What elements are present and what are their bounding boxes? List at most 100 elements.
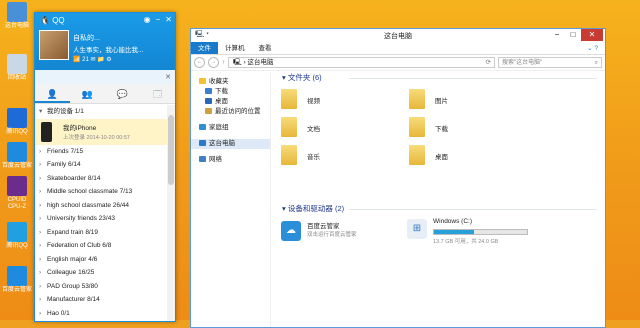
- chevron-right-icon: ›: [39, 201, 42, 209]
- folder-item[interactable]: 视频: [281, 88, 381, 110]
- group-item[interactable]: › Expand train 8/19: [35, 226, 167, 240]
- nickname: 自私的...: [73, 35, 100, 42]
- desktop-icon-cpuz[interactable]: CPUID CPU-Z: [2, 176, 32, 211]
- group-item[interactable]: › Skateboarder 8/14: [35, 172, 167, 186]
- nav-icon: [199, 156, 206, 163]
- group-item[interactable]: › Hao 0/1: [35, 307, 167, 321]
- chevron-right-icon: ›: [39, 188, 42, 195]
- maximize-button[interactable]: □: [565, 29, 581, 41]
- nav-item[interactable]: 下载: [191, 87, 270, 97]
- search-clear-icon[interactable]: ✕: [165, 73, 171, 81]
- tab-more[interactable]: 🗔: [140, 84, 175, 103]
- desktop-icon-qq[interactable]: 腾讯QQ: [2, 108, 32, 136]
- folder-item[interactable]: 桌面: [409, 144, 509, 166]
- drive-usage-bar: [433, 229, 528, 235]
- folder-item[interactable]: 图片: [409, 88, 509, 110]
- nav-icon: [199, 124, 206, 131]
- nav-item[interactable]: 最近访问的位置: [191, 107, 270, 117]
- chevron-right-icon: ›: [39, 242, 42, 249]
- explorer-titlebar: 🖳 ▾ 这台电脑 − □ ✕: [191, 29, 605, 42]
- nav-item[interactable]: 家庭组: [191, 123, 270, 133]
- iphone-icon: [41, 121, 52, 142]
- folders-section-header[interactable]: ▾ 文件夹 (6): [279, 72, 605, 84]
- tab-conversations[interactable]: 💬: [105, 84, 140, 103]
- chevron-right-icon: ›: [39, 309, 42, 317]
- group-item[interactable]: › Family 6/14: [35, 158, 167, 172]
- qq-tabs: 👤 👥 💬 🗔: [35, 84, 175, 104]
- chevron-down-icon: ▾: [39, 108, 43, 115]
- nav-item[interactable]: 这台电脑: [191, 139, 270, 149]
- folder-item[interactable]: 音乐: [281, 144, 381, 166]
- address-bar: ← → ↑ 🖳 › 这台电脑 ⟳ 搜索"这台电脑" ⌕: [191, 55, 605, 71]
- folder-item[interactable]: 下载: [409, 116, 509, 138]
- group-item[interactable]: › high school classmate 26/44: [35, 199, 167, 213]
- refresh-icon[interactable]: ⟳: [486, 58, 491, 68]
- group-item[interactable]: › PAD Group 53/80: [35, 280, 167, 294]
- ribbon-expand-icon[interactable]: ⌄ ?: [580, 42, 605, 54]
- devices-section-header[interactable]: ▾ 设备和驱动器 (2): [279, 203, 605, 215]
- search-input[interactable]: 搜索"这台电脑" ⌕: [498, 57, 602, 68]
- scrollbar[interactable]: [167, 105, 175, 321]
- close-button[interactable]: ✕: [165, 15, 172, 24]
- content-pane: ▾ 文件夹 (6) 视频 图片文档 下载音乐 桌面 ▾ 设备和驱动器 (2) ☁ 百度…: [279, 72, 605, 327]
- nav-item[interactable]: 桌面: [191, 97, 270, 107]
- windows-drive-icon: ⊞: [407, 219, 427, 239]
- device-item[interactable]: 我的iPhone 上次登录 2014-10-20 00:57: [35, 118, 167, 145]
- group-item[interactable]: › Friends 7/15: [35, 145, 167, 159]
- minimize-button[interactable]: −: [549, 29, 565, 41]
- desktop-folder-icon: [409, 145, 425, 165]
- group-item[interactable]: › Colleague 16/25: [35, 266, 167, 280]
- close-button[interactable]: ✕: [581, 29, 603, 41]
- pictures-folder-icon: [409, 89, 425, 109]
- contact-search-bar[interactable]: ✕: [35, 70, 175, 84]
- qq-header: 🐧 QQ ◉ − ✕ 自私的... 人生事实，我心能比我... 📶 21 ✉ 📁…: [35, 13, 175, 70]
- computer-icon: [7, 2, 27, 22]
- minimize-button[interactable]: −: [156, 15, 161, 24]
- nav-item[interactable]: 网络: [191, 155, 270, 165]
- tab-view[interactable]: 查看: [252, 42, 279, 54]
- group-my-devices[interactable]: ▾ 我的设备 1/1: [35, 105, 167, 119]
- nav-icon: [205, 98, 212, 105]
- group-item[interactable]: › Federation of Club 6/8: [35, 239, 167, 253]
- group-item[interactable]: › University friends 23/43: [35, 212, 167, 226]
- desktop-icon-baidu2[interactable]: 百度云管家: [2, 266, 32, 294]
- nav-icon: [199, 78, 206, 85]
- forward-button[interactable]: →: [208, 57, 219, 68]
- status-icons: 📶 21 ✉ 📁 ⚙: [73, 57, 112, 63]
- scrollbar-thumb[interactable]: [168, 115, 174, 185]
- qq-window: 🐧 QQ ◉ − ✕ 自私的... 人生事实，我心能比我... 📶 21 ✉ 📁…: [34, 12, 176, 322]
- nav-icon: [205, 108, 212, 115]
- ribbon-tabs: 文件 计算机 查看 ⌄ ?: [191, 42, 605, 55]
- desktop-icon-this-pc[interactable]: 这台电脑: [2, 2, 32, 30]
- skin-icon[interactable]: ◉: [144, 15, 151, 24]
- desktop-icon-baidu[interactable]: 百度云管家: [2, 142, 32, 170]
- window-controls: − □ ✕: [549, 29, 603, 41]
- baidu-cloud-icon: [7, 266, 27, 286]
- folder-item[interactable]: 文档: [281, 116, 381, 138]
- tab-file[interactable]: 文件: [191, 42, 218, 54]
- search-icon: ⌕: [594, 60, 598, 66]
- recycle-bin-icon: [7, 54, 27, 74]
- group-item[interactable]: › English major 4/6: [35, 253, 167, 267]
- chevron-right-icon: ›: [39, 174, 42, 182]
- signature[interactable]: 人生事实，我心能比我...: [73, 44, 143, 54]
- back-button[interactable]: ←: [194, 57, 205, 68]
- nav-item[interactable]: 收藏夹: [191, 77, 270, 87]
- up-button[interactable]: ↑: [222, 60, 225, 66]
- drive-usage-fill: [434, 230, 474, 234]
- avatar[interactable]: [39, 30, 69, 60]
- group-item[interactable]: › Manufacturer 8/14: [35, 293, 167, 307]
- device-name: 我的iPhone: [63, 124, 97, 132]
- desktop-icon-recycle-bin[interactable]: 回收站: [2, 54, 32, 82]
- drive-baidu[interactable]: ☁ 百度云管家 双击运行百度云管家: [281, 219, 411, 243]
- chevron-right-icon: ›: [39, 147, 42, 155]
- drive-c[interactable]: ⊞ Windows (C:) 13.7 GB 可用，共 24.0 GB: [407, 217, 537, 245]
- path-field[interactable]: 🖳 › 这台电脑 ⟳: [228, 57, 495, 68]
- tab-contacts[interactable]: 👤: [35, 84, 70, 103]
- tab-groups[interactable]: 👥: [70, 84, 105, 103]
- group-item[interactable]: › Middle school classmate 7/13: [35, 185, 167, 199]
- baidu-cloud-icon: ☁: [281, 221, 301, 241]
- tab-computer[interactable]: 计算机: [218, 42, 252, 54]
- window-title: 这台电脑: [384, 33, 412, 40]
- desktop-icon-qq2[interactable]: 腾讯QQ: [2, 222, 32, 250]
